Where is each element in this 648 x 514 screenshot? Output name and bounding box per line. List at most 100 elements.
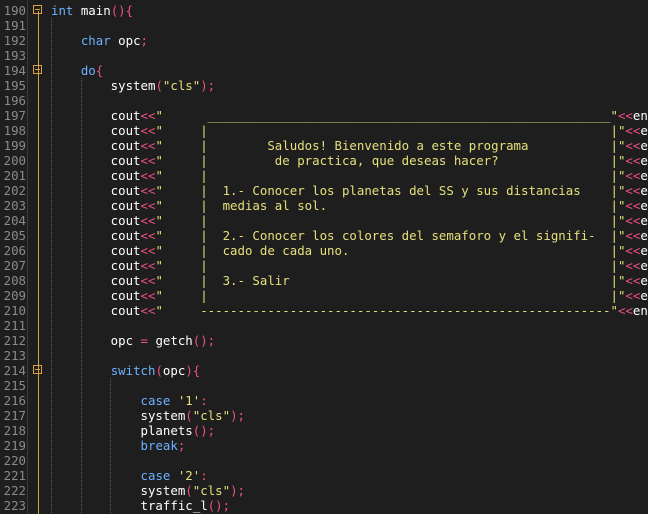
code-token: << — [140, 288, 156, 303]
fold-toggle-icon[interactable] — [33, 365, 42, 374]
code-text[interactable]: case '2': — [51, 468, 208, 483]
code-line[interactable]: 193 — [0, 48, 648, 63]
code-line[interactable]: 198 cout<<" | |"<<endl; — [0, 123, 648, 138]
code-token: << — [140, 138, 156, 153]
code-text[interactable]: cout<<" | |"<<endl; — [51, 258, 648, 273]
code-token: (); — [192, 333, 216, 348]
code-token: system — [51, 408, 186, 423]
code-text[interactable]: cout<<" | 1.- Conocer los planetas del S… — [51, 183, 648, 198]
code-text[interactable]: char opc; — [51, 33, 148, 48]
code-editor[interactable]: 190 int main(){191 192 char opc; 193 194 do{… — [0, 0, 648, 514]
code-line[interactable]: 209 cout<<" | |"<<endl; — [0, 288, 648, 303]
code-token: cout — [51, 288, 141, 303]
code-text[interactable]: cout<<" | medias al sol. |"<<endl; — [51, 198, 648, 213]
line-number: 208 — [3, 273, 26, 288]
code-text[interactable]: do{ — [51, 63, 103, 78]
code-line[interactable]: 192 char opc; — [0, 33, 648, 48]
code-line[interactable]: 199 cout<<" | Saludos! Bienvenido a este… — [0, 138, 648, 153]
code-token: " | |" — [155, 123, 626, 138]
code-line[interactable]: 223 traffic_l(); — [0, 498, 648, 513]
code-text[interactable]: opc = getch(); — [51, 333, 215, 348]
code-line[interactable]: 207 cout<<" | |"<<endl; — [0, 258, 648, 273]
code-token: endl — [640, 138, 648, 153]
code-line[interactable]: 219 break; — [0, 438, 648, 453]
code-token: = — [140, 333, 148, 348]
line-number: 202 — [3, 183, 26, 198]
fold-toggle-icon[interactable] — [33, 5, 42, 14]
code-text[interactable]: cout<<" | 2.- Conocer los colores del se… — [51, 228, 648, 243]
code-line[interactable]: 215 — [0, 378, 648, 393]
code-line[interactable]: 197 cout<<" ____________________________… — [0, 108, 648, 123]
code-line[interactable]: 208 cout<<" | 3.- Salir |"<<endl; — [0, 273, 648, 288]
code-line[interactable]: 195 system("cls"); — [0, 78, 648, 93]
code-line[interactable]: 196 — [0, 93, 648, 108]
code-token: << — [625, 168, 641, 183]
code-line[interactable]: 203 cout<<" | medias al sol. |"<<endl; — [0, 198, 648, 213]
code-text[interactable]: break; — [51, 438, 186, 453]
code-text[interactable]: cout<<" ________________________________… — [51, 108, 648, 123]
code-line[interactable]: 218 planets(); — [0, 423, 648, 438]
line-number: 194 — [3, 63, 26, 78]
code-line[interactable]: 205 cout<<" | 2.- Conocer los colores de… — [0, 228, 648, 243]
code-token: << — [625, 153, 641, 168]
code-line[interactable]: 202 cout<<" | 1.- Conocer los planetas d… — [0, 183, 648, 198]
code-text[interactable]: cout<<" | |"<<endl; — [51, 123, 648, 138]
line-number: 206 — [3, 243, 26, 258]
code-line[interactable]: 194 do{ — [0, 63, 648, 78]
code-token: << — [140, 243, 156, 258]
code-token: << — [140, 258, 156, 273]
code-line[interactable]: 200 cout<<" | de practica, que deseas ha… — [0, 153, 648, 168]
code-line[interactable]: 210 cout<<" ----------------------------… — [0, 303, 648, 318]
code-line[interactable]: 217 system("cls"); — [0, 408, 648, 423]
fold-toggle-icon[interactable] — [33, 65, 42, 74]
code-token: << — [140, 108, 156, 123]
code-token: cout — [51, 138, 141, 153]
code-token: cout — [51, 108, 141, 123]
code-line[interactable]: 216 case '1': — [0, 393, 648, 408]
line-number: 223 — [3, 498, 26, 513]
code-token: endl — [640, 228, 648, 243]
code-line[interactable]: 211 — [0, 318, 648, 333]
code-line[interactable]: 212 opc = getch(); — [0, 333, 648, 348]
code-text[interactable]: switch(opc){ — [51, 363, 201, 378]
code-line[interactable]: 213 — [0, 348, 648, 363]
code-line[interactable]: 222 system("cls"); — [0, 483, 648, 498]
code-line[interactable]: 190 int main(){ — [0, 3, 648, 18]
code-token: << — [625, 258, 641, 273]
code-text[interactable]: int main(){ — [51, 3, 133, 18]
code-token: cout — [51, 228, 141, 243]
code-text[interactable]: system("cls"); — [51, 78, 215, 93]
line-number: 204 — [3, 213, 26, 228]
code-line[interactable]: 220 — [0, 453, 648, 468]
code-text[interactable]: cout<<" --------------------------------… — [51, 303, 648, 318]
code-token: ( — [155, 363, 163, 378]
code-line[interactable]: 206 cout<<" | cado de cada uno. |"<<endl… — [0, 243, 648, 258]
code-token: system — [51, 483, 186, 498]
code-token: ); — [200, 78, 216, 93]
code-line[interactable]: 204 cout<<" | |"<<endl; — [0, 213, 648, 228]
code-text[interactable]: traffic_l(); — [51, 498, 231, 513]
code-line[interactable]: 214 switch(opc){ — [0, 363, 648, 378]
code-text[interactable]: cout<<" | |"<<endl; — [51, 168, 648, 183]
code-line[interactable]: 191 — [0, 18, 648, 33]
code-token: << — [140, 183, 156, 198]
code-token: endl — [640, 258, 648, 273]
code-text[interactable]: cout<<" | Saludos! Bienvenido a este pro… — [51, 138, 648, 153]
code-token: ( — [185, 483, 193, 498]
code-token: opc — [51, 333, 141, 348]
code-token: ); — [230, 483, 245, 498]
code-text[interactable]: cout<<" | |"<<endl; — [51, 288, 648, 303]
code-text[interactable]: cout<<" | |"<<endl; — [51, 213, 648, 228]
code-token: getch — [148, 333, 193, 348]
code-line[interactable]: 221 case '2': — [0, 468, 648, 483]
code-token: cout — [51, 273, 141, 288]
code-text[interactable]: cout<<" | cado de cada uno. |"<<endl; — [51, 243, 648, 258]
code-text[interactable]: cout<<" | de practica, que deseas hacer?… — [51, 153, 648, 168]
code-line[interactable]: 201 cout<<" | |"<<endl; — [0, 168, 648, 183]
code-text[interactable]: case '1': — [51, 393, 208, 408]
line-number: 216 — [3, 393, 26, 408]
code-text[interactable]: planets(); — [51, 423, 216, 438]
code-text[interactable]: cout<<" | 3.- Salir |"<<endl; — [51, 273, 648, 288]
code-token: << — [625, 288, 641, 303]
